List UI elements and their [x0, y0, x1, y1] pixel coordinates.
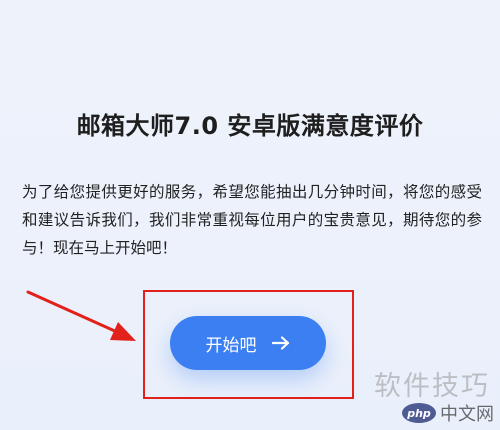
start-button[interactable]: 开始吧 [170, 316, 326, 370]
start-button-label: 开始吧 [205, 335, 257, 356]
intro-text: 为了给您提供更好的服务，希望您能抽出几分钟时间，将您的感受和建议告诉我们，我们非… [22, 183, 482, 257]
arrow-right-icon [271, 336, 289, 350]
watermark: 软件技巧 php 中文网 [352, 360, 500, 430]
watermark-site-name: 中文网 [440, 404, 494, 425]
watermark-logo: php 中文网 [402, 400, 494, 426]
page-title: 邮箱大师7.0 安卓版满意度评价 [76, 112, 424, 140]
php-logo-badge: php [402, 403, 436, 423]
survey-page: 邮箱大师7.0 安卓版满意度评价 为了给您提供更好的服务，希望您能抽出几分钟时间… [0, 0, 500, 430]
watermark-text: 软件技巧 [374, 371, 490, 402]
